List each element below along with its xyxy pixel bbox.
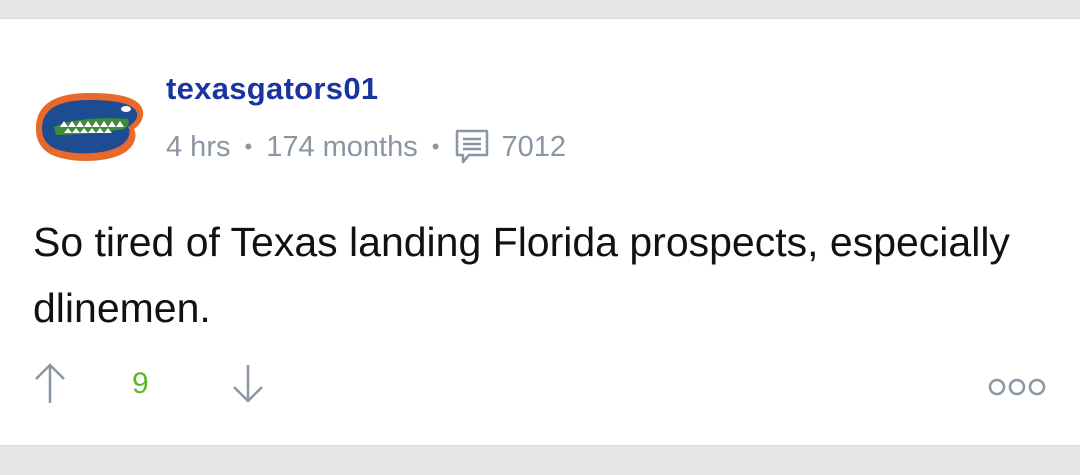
downvote-button[interactable] — [230, 359, 266, 407]
gator-logo-icon — [36, 93, 144, 161]
vote-score: 9 — [132, 367, 149, 400]
time-ago: 4 hrs — [166, 130, 231, 163]
post-actions: 9 — [0, 359, 1080, 419]
avatar[interactable] — [30, 75, 146, 175]
post-body: So tired of Texas landing Florida prospe… — [33, 219, 1010, 331]
upvote-button[interactable] — [32, 359, 68, 407]
comment-icon[interactable] — [453, 127, 491, 167]
post-meta: 4 hrs • 174 months • 7012 — [166, 127, 566, 167]
comment-count: 7012 — [501, 130, 566, 163]
arrow-up-icon — [35, 363, 65, 403]
username-link[interactable]: texasgators01 — [166, 71, 378, 107]
post-card: texasgators01 4 hrs • 174 months • 7012 … — [0, 18, 1080, 446]
arrow-down-icon — [233, 365, 263, 403]
more-options-button[interactable] — [986, 375, 1048, 399]
more-options-icon — [988, 378, 1046, 396]
membership-duration: 174 months — [266, 130, 418, 163]
separator-dot: • — [244, 134, 253, 159]
separator-dot: • — [431, 134, 440, 159]
